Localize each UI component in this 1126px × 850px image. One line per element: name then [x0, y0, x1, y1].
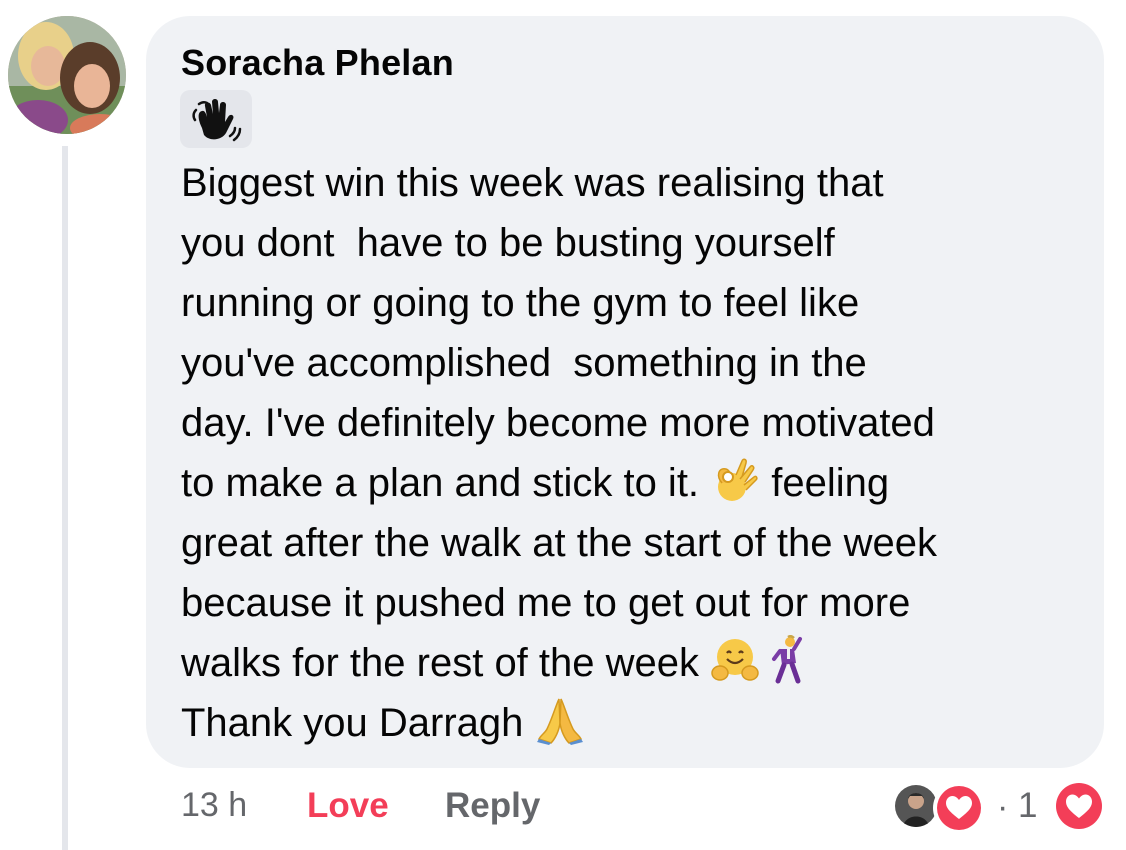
comment-line: to make a plan and stick to it. feeling — [181, 453, 1091, 513]
separator-dot: · — [997, 788, 1009, 826]
comment-text: Biggest win this week was realising that… — [181, 153, 1091, 753]
comment-line: day. I've definitely become more motivat… — [181, 401, 935, 445]
comment-actions: 13 h Love Reply · 1 — [0, 779, 1126, 838]
man-dancing-icon — [760, 634, 810, 685]
comment-line-part: to make a plan and stick to it. — [181, 461, 711, 505]
ok-hand-icon — [710, 455, 760, 505]
comment-line: Biggest win this week was realising that — [181, 161, 884, 205]
avatar[interactable] — [8, 16, 126, 134]
comment-line: running or going to the gym to feel like — [181, 281, 860, 325]
comment-line: because it pushed me to get out for more — [181, 581, 911, 625]
comment-line: you dont have to be busting yourself — [181, 221, 835, 265]
comment-line: great after the walk at the start of the… — [181, 521, 937, 565]
comment-line: walks for the rest of the week — [181, 633, 1091, 693]
love-button[interactable]: Love — [307, 786, 389, 826]
heart-icon[interactable] — [1052, 779, 1106, 833]
comment-line: Thank you Darragh — [181, 693, 1091, 753]
comment-line: you've accomplished something in the — [181, 341, 867, 385]
comment-line-part: walks for the rest of the week — [181, 641, 711, 685]
reply-button[interactable]: Reply — [445, 786, 540, 826]
waving-hand-icon[interactable] — [180, 90, 252, 148]
folded-hands-icon — [535, 695, 585, 745]
comment-line-part: feeling — [760, 461, 890, 505]
heart-icon[interactable] — [933, 782, 985, 834]
hugging-face-icon — [710, 635, 760, 685]
thread-line — [62, 146, 68, 850]
comment-author[interactable]: Soracha Phelan — [181, 42, 454, 84]
comment-timestamp[interactable]: 13 h — [181, 786, 247, 825]
reaction-count[interactable]: 1 — [1018, 786, 1037, 826]
comment-line-part: Thank you Darragh — [181, 701, 535, 745]
